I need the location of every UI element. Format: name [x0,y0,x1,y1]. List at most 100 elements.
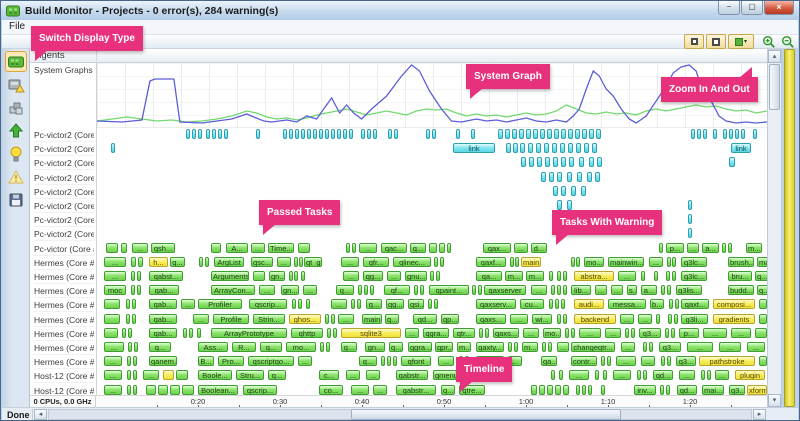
task-bar-passed[interactable]: ... [638,314,652,324]
task-bar-passed[interactable] [439,243,445,253]
task-bar-passed[interactable]: qaxserv... [476,299,516,309]
task-bar-passed[interactable]: gnu... [405,271,427,281]
task-bar-passed[interactable]: qsh... [151,243,175,253]
task-bar-remote[interactable] [505,129,510,139]
task-bar-remote[interactable] [388,129,392,139]
task-bar-passed[interactable] [508,342,512,352]
task-bar-passed[interactable] [672,271,676,281]
task-bar-remote[interactable] [307,129,311,139]
task-bar-passed[interactable] [478,285,482,295]
task-bar-remote[interactable] [471,129,475,139]
task-bar-passed[interactable]: ArgList [214,257,244,267]
task-bar-passed[interactable]: qp... [441,314,459,324]
task-bar-passed[interactable] [588,385,592,395]
task-bar-passed[interactable] [298,243,310,253]
task-bar-passed[interactable] [631,328,635,338]
task-bar-passed[interactable]: Boolean... [198,385,238,395]
task-bar-passed[interactable] [138,257,143,267]
task-bar-passed[interactable] [106,243,118,253]
task-bar-passed[interactable]: qfont [401,356,431,366]
task-bar-remote[interactable] [301,129,305,139]
task-bar-passed[interactable]: ... [641,356,655,366]
task-bar-remote[interactable] [688,214,692,224]
task-bar-passed[interactable] [601,385,605,395]
task-bar-remote[interactable] [313,129,317,139]
task-bar-passed[interactable] [539,385,545,395]
task-bar-passed[interactable] [428,299,432,309]
task-bar-remote[interactable] [729,157,735,167]
task-bar-remote[interactable] [568,143,573,153]
task-bar-remote[interactable] [528,143,533,153]
task-bar-passed[interactable]: messa... [608,299,646,309]
task-bar-passed[interactable] [571,257,575,267]
task-bar-passed[interactable]: ... [613,370,631,380]
task-bar-passed[interactable]: qd... [413,314,437,324]
task-bar-passed[interactable]: qa... [476,271,502,281]
task-bar-passed[interactable]: p... [666,243,684,253]
task-bar-passed[interactable]: ... [605,328,621,338]
agents-column-header[interactable]: Agents [30,49,767,63]
task-bar-remote[interactable] [729,129,733,139]
task-bar-passed[interactable]: qgra... [423,328,449,338]
task-bar-passed[interactable]: ... [703,328,727,338]
task-bar-passed[interactable]: qtr... [453,328,475,338]
task-bar-passed[interactable] [121,243,127,253]
task-bar-passed[interactable]: ... [331,299,347,309]
task-bar-remote[interactable] [735,129,739,139]
task-bar-warning[interactable]: plugin [735,370,765,380]
task-bar-passed[interactable]: ... [298,356,312,366]
task-bar-remote[interactable] [373,129,377,139]
task-bar-passed[interactable]: qanem... [149,356,177,366]
task-bar-passed[interactable]: qaxty... [476,342,504,352]
task-bar-passed[interactable]: ... [679,370,695,380]
task-bar-remote[interactable] [553,157,558,167]
task-bar-passed[interactable]: qabstr... [396,385,436,395]
task-bar-passed[interactable]: s... [627,285,637,295]
task-bar-passed[interactable]: q... [366,299,382,309]
task-bar-passed[interactable] [133,370,137,380]
task-bar-remote[interactable] [192,129,196,139]
task-bar-remote[interactable] [553,186,558,196]
task-bar-passed[interactable]: qabstr... [396,370,428,380]
task-bar-warning[interactable]: pathstroke [699,356,755,366]
task-bar-passed[interactable]: ... [132,243,148,253]
task-bar-passed[interactable]: Ass... [198,342,228,352]
task-bar-passed[interactable] [197,328,201,338]
task-bar-passed[interactable]: ... [346,370,360,380]
task-bar-remote[interactable] [343,129,347,139]
task-bar-passed[interactable]: q... [389,342,403,352]
task-bar-remote[interactable] [723,129,727,139]
task-bar-passed[interactable]: Time... [268,243,294,253]
task-bar-passed[interactable]: qf... [384,285,410,295]
task-bar-passed[interactable] [531,385,537,395]
task-bar-passed[interactable]: q3lc... [681,271,707,281]
task-bar-remote[interactable] [521,157,526,167]
task-bar-remote[interactable] [537,157,542,167]
task-bar-remote[interactable] [111,143,115,153]
task-bar-passed[interactable] [104,328,118,338]
task-bar-remote[interactable] [544,143,549,153]
task-bar-remote[interactable] [575,129,580,139]
task-bar-passed[interactable]: qg... [363,271,383,281]
task-bar-passed[interactable]: main [362,314,382,324]
task-bar-passed[interactable]: a... [641,285,657,295]
task-bar-passed[interactable]: ... [747,342,765,352]
task-bar-remote[interactable] [753,129,757,139]
sidebar-item-build-grid[interactable] [5,51,27,72]
task-bar-remote[interactable] [319,129,323,139]
task-bar-passed[interactable]: Profiler [198,299,242,309]
task-bar-passed[interactable] [668,314,672,324]
task-bar-passed[interactable]: qab... [149,328,177,338]
task-bar-passed[interactable]: budd... [728,285,754,295]
task-bar-passed[interactable] [595,370,599,380]
task-bar-passed[interactable] [665,328,669,338]
task-bar-passed[interactable]: m... [522,342,538,352]
task-bar-remote[interactable] [713,129,717,139]
vertical-scrollbar[interactable]: ▴ ▾ [767,49,782,408]
task-bar-remote[interactable] [545,157,550,167]
task-bar-remote[interactable] [520,143,525,153]
task-bar-passed[interactable]: qscrip... [243,385,277,395]
task-bar-passed[interactable] [601,356,605,366]
scroll-up-arrow-icon[interactable]: ▴ [768,50,781,63]
task-bar-remote[interactable] [560,143,565,153]
